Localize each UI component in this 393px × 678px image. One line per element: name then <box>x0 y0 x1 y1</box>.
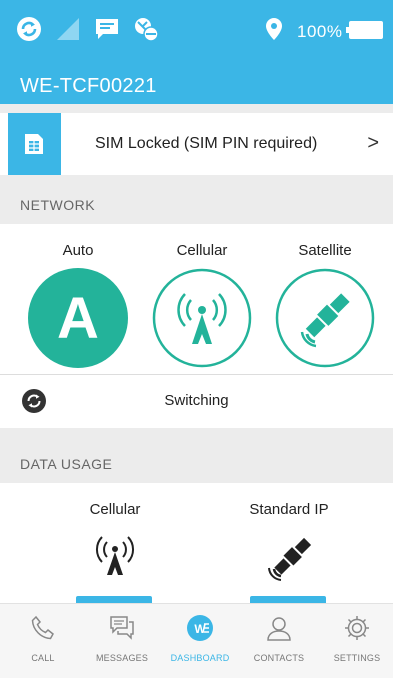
satellite-usage-icon[interactable] <box>260 533 320 583</box>
usage-item-label-standard-ip: Standard IP <box>249 501 329 518</box>
gear-icon <box>345 616 369 640</box>
data-usage-card: Cellular Standard IP <box>0 483 393 603</box>
divider <box>0 374 393 375</box>
network-status-label: Switching <box>164 392 229 409</box>
sim-status-row[interactable]: SIM Locked (SIM PIN required) > <box>0 113 393 175</box>
network-option-label: Cellular <box>176 242 228 259</box>
network-section-title: NETWORK <box>20 197 96 213</box>
phone-icon <box>31 615 54 640</box>
location-icon <box>266 18 282 40</box>
satellite-status-icon <box>135 18 159 42</box>
battery-icon <box>346 21 383 39</box>
message-icon <box>96 19 118 39</box>
tab-dashboard[interactable]: W DASHBOARD <box>161 604 239 678</box>
signal-icon <box>57 18 79 40</box>
messages-icon <box>110 616 134 640</box>
tab-label: MESSAGES <box>95 653 149 663</box>
tab-label: CALL <box>31 653 55 663</box>
chevron-right-icon: > <box>367 132 379 154</box>
bottom-tab-bar: CALL MESSAGES W DASHBOARD CONTACTS SETTI… <box>0 603 393 678</box>
tab-messages[interactable]: MESSAGES <box>83 604 161 678</box>
page-title: WE-TCF00221 <box>20 75 157 97</box>
tab-contacts[interactable]: CONTACTS <box>240 604 318 678</box>
data-usage-section-title: DATA USAGE <box>20 456 113 472</box>
tab-label: CONTACTS <box>253 653 305 663</box>
auto-mode-glyph: A <box>57 286 99 351</box>
tab-label: DASHBOARD <box>170 653 230 663</box>
tab-settings[interactable]: SETTINGS <box>318 604 393 678</box>
contacts-icon <box>267 617 291 641</box>
standard-ip-usage-bar <box>250 596 326 603</box>
sim-badge <box>8 113 61 175</box>
cellular-usage-bar <box>76 596 152 603</box>
app-header: 100% WE-TCF00221 <box>0 0 393 104</box>
cellular-tower-icon <box>152 268 252 368</box>
usage-item-label-cellular: Cellular <box>89 501 141 518</box>
dashboard-icon: W <box>187 615 213 641</box>
status-bar: 100% <box>0 0 393 60</box>
network-option-label: Auto <box>62 242 94 259</box>
tab-label: SETTINGS <box>333 653 381 663</box>
sync-icon <box>17 17 41 41</box>
cellular-usage-icon[interactable] <box>85 533 145 583</box>
sim-card-icon <box>25 134 43 154</box>
network-card: Auto A Cellular Satellite Switching <box>0 224 393 428</box>
tab-call[interactable]: CALL <box>4 604 82 678</box>
sim-status-label: SIM Locked (SIM PIN required) <box>95 135 318 152</box>
network-option-label: Satellite <box>298 242 352 259</box>
satellite-icon <box>275 268 375 368</box>
battery-percentage: 100% <box>297 22 343 41</box>
auto-mode-icon: A <box>28 268 128 368</box>
